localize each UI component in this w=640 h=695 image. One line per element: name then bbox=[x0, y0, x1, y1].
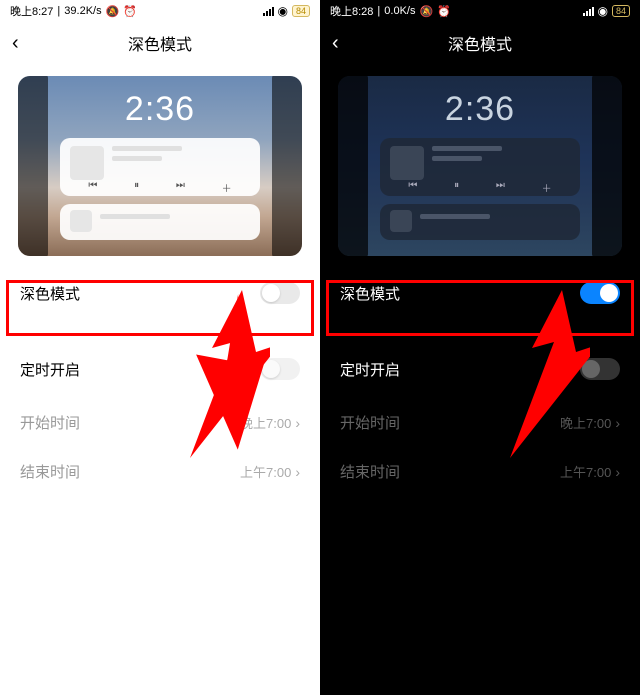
next-icon: ⏭ bbox=[496, 180, 505, 195]
status-bar: 晚上8:28 | 0.0K/s 🔕 ⏰ ◉ 84 bbox=[320, 0, 640, 22]
schedule-toggle[interactable] bbox=[580, 358, 620, 380]
page-title: 深色模式 bbox=[448, 31, 512, 55]
plus-icon: ＋ bbox=[222, 180, 232, 195]
preview-clock: 2:36 bbox=[18, 90, 302, 129]
wifi-icon: ◉ bbox=[598, 4, 608, 18]
row-end-time[interactable]: 结束时间 上午7:00› bbox=[0, 447, 320, 496]
status-bar: 晚上8:27 | 39.2K/s 🔕 ⏰ ◉ 84 bbox=[0, 0, 320, 22]
wifi-icon: ◉ bbox=[278, 4, 288, 18]
pane-dark: 晚上8:28 | 0.0K/s 🔕 ⏰ ◉ 84 ‹ 深色模式 2:36 ⏮ ⏸ ⏭… bbox=[320, 0, 640, 695]
chevron-right-icon: › bbox=[615, 415, 620, 431]
prev-icon: ⏮ bbox=[408, 180, 417, 195]
signal-icon bbox=[583, 7, 594, 16]
start-label: 开始时间 bbox=[340, 412, 400, 433]
status-net: 0.0K/s bbox=[384, 5, 415, 17]
next-icon: ⏭ bbox=[176, 180, 185, 195]
battery-icon: 84 bbox=[612, 5, 630, 17]
row-schedule: 定时开启 bbox=[320, 340, 640, 398]
preview-card: 2:36 ⏮ ⏸ ⏭ ＋ bbox=[338, 76, 622, 256]
dark-mode-label: 深色模式 bbox=[20, 283, 80, 304]
chevron-right-icon: › bbox=[295, 464, 300, 480]
row-dark-mode: 深色模式 bbox=[0, 264, 320, 322]
end-label: 结束时间 bbox=[20, 461, 80, 482]
dark-mode-toggle[interactable] bbox=[580, 282, 620, 304]
mute-icon: 🔕 bbox=[419, 5, 433, 18]
alarm-icon: ⏰ bbox=[437, 5, 451, 18]
pause-icon: ⏸ bbox=[134, 180, 139, 195]
schedule-label: 定时开启 bbox=[340, 359, 400, 380]
pane-light: 晚上8:27 | 39.2K/s 🔕 ⏰ ◉ 84 ‹ 深色模式 2:36 ⏮ ⏸… bbox=[0, 0, 320, 695]
back-button[interactable]: ‹ bbox=[12, 32, 19, 55]
schedule-toggle[interactable] bbox=[260, 358, 300, 380]
row-dark-mode: 深色模式 bbox=[320, 264, 640, 322]
header: ‹ 深色模式 bbox=[320, 22, 640, 64]
back-button[interactable]: ‹ bbox=[332, 32, 339, 55]
prev-icon: ⏮ bbox=[88, 180, 97, 195]
chevron-right-icon: › bbox=[615, 464, 620, 480]
row-start-time[interactable]: 开始时间 晚上7:00› bbox=[320, 398, 640, 447]
end-label: 结束时间 bbox=[340, 461, 400, 482]
header: ‹ 深色模式 bbox=[0, 22, 320, 64]
row-start-time[interactable]: 开始时间 晚上7:00› bbox=[0, 398, 320, 447]
plus-icon: ＋ bbox=[542, 180, 552, 195]
pause-icon: ⏸ bbox=[454, 180, 459, 195]
dark-mode-toggle[interactable] bbox=[260, 282, 300, 304]
end-value: 上午7:00 bbox=[560, 462, 611, 481]
mute-icon: 🔕 bbox=[106, 5, 120, 18]
preview-clock: 2:36 bbox=[338, 90, 622, 129]
end-value: 上午7:00 bbox=[240, 462, 291, 481]
status-time: 晚上8:28 bbox=[330, 3, 373, 19]
page-title: 深色模式 bbox=[128, 31, 192, 55]
row-schedule: 定时开启 bbox=[0, 340, 320, 398]
row-end-time[interactable]: 结束时间 上午7:00› bbox=[320, 447, 640, 496]
dark-mode-label: 深色模式 bbox=[340, 283, 400, 304]
status-net: 39.2K/s bbox=[64, 5, 101, 17]
schedule-label: 定时开启 bbox=[20, 359, 80, 380]
start-value: 晚上7:00 bbox=[560, 413, 611, 432]
signal-icon bbox=[263, 7, 274, 16]
status-time: 晚上8:27 bbox=[10, 3, 53, 19]
start-label: 开始时间 bbox=[20, 412, 80, 433]
alarm-icon: ⏰ bbox=[123, 5, 137, 18]
preview-card: 2:36 ⏮ ⏸ ⏭ ＋ bbox=[18, 76, 302, 256]
start-value: 晚上7:00 bbox=[240, 413, 291, 432]
chevron-right-icon: › bbox=[295, 415, 300, 431]
battery-icon: 84 bbox=[292, 5, 310, 17]
